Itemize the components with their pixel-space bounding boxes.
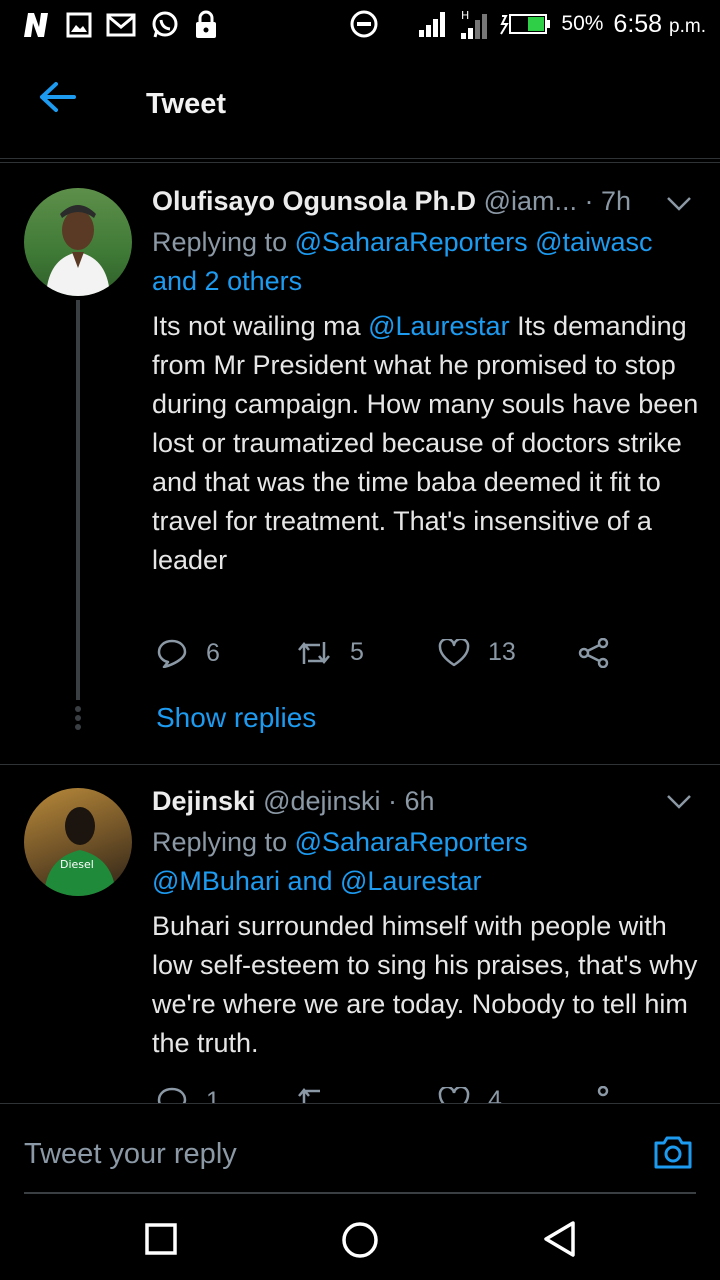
replying-to: Replying to @SaharaReporters @MBuhari an…	[152, 827, 528, 896]
battery-percent: 50%	[561, 12, 604, 35]
chevron-down-icon[interactable]	[666, 196, 692, 212]
reply-button[interactable]: 6	[156, 638, 220, 668]
like-count: 13	[488, 638, 516, 666]
gmail-icon	[106, 13, 136, 37]
tweet-actions: 6 5 13	[152, 638, 632, 678]
retweet-button[interactable]: 5	[296, 638, 364, 667]
reply-icon	[157, 1087, 187, 1103]
app-header: Tweet	[0, 60, 720, 158]
back-nav-icon[interactable]	[542, 1220, 578, 1258]
author-handle[interactable]: @dejinski	[263, 786, 380, 816]
arrow-left-icon[interactable]	[38, 80, 78, 114]
heart-icon	[438, 1086, 470, 1103]
reply-count: 1	[206, 1086, 220, 1104]
avatar-photo	[46, 205, 110, 296]
header-divider	[0, 158, 720, 163]
lock-icon	[196, 10, 216, 38]
like-button[interactable]: 4	[438, 1086, 502, 1103]
reply-underline	[24, 1192, 696, 1194]
tweet-divider	[0, 764, 720, 765]
heart-icon	[438, 638, 470, 666]
chevron-down-icon[interactable]	[666, 794, 692, 810]
dnd-icon	[350, 10, 378, 38]
home-icon[interactable]	[340, 1220, 380, 1260]
reply-input[interactable]	[24, 1138, 584, 1171]
retweet-icon	[298, 1088, 320, 1103]
share-button[interactable]	[578, 638, 610, 668]
tweet-text: Buhari surrounded himself with people wi…	[152, 911, 698, 1058]
reply-mentions[interactable]: @SaharaReporters	[295, 827, 528, 857]
tweet-meta: Olufisayo Ogunsola Ph.D @iam... · 7h	[152, 186, 696, 217]
image-icon	[66, 12, 92, 38]
avatar[interactable]: Diesel	[24, 788, 132, 896]
camera-icon[interactable]	[652, 1134, 694, 1170]
reply-count: 6	[206, 638, 220, 667]
reply-mentions[interactable]: @SaharaReporters @taiwasc	[295, 227, 653, 257]
retweet-count: 5	[350, 638, 364, 666]
page-title: Tweet	[146, 88, 227, 120]
like-count: 4	[488, 1086, 502, 1103]
tweet-meta: Dejinski @dejinski · 6h	[152, 786, 696, 817]
reply-button[interactable]: 1	[156, 1086, 220, 1103]
whatsapp-icon	[152, 11, 178, 38]
battery-icon	[500, 14, 551, 35]
svg-text:Diesel: Diesel	[60, 858, 94, 871]
retweet-icon	[298, 641, 330, 664]
tweet-2[interactable]: Diesel Dejinski @dejinski · 6h Replying …	[0, 768, 720, 1103]
recent-apps-icon[interactable]	[144, 1222, 178, 1256]
like-button[interactable]: 13	[438, 638, 516, 667]
signal-h-icon: H	[461, 9, 488, 39]
system-nav-bar	[0, 1196, 720, 1280]
thread-line	[76, 300, 80, 700]
share-button[interactable]	[578, 1086, 610, 1103]
share-icon	[597, 1086, 609, 1097]
author-handle[interactable]: @iam...	[484, 186, 577, 216]
reply-bar	[0, 1103, 720, 1195]
avatar[interactable]	[24, 188, 132, 296]
avatar-photo: Diesel	[44, 807, 116, 896]
reply-others[interactable]: and 2 others	[152, 266, 302, 296]
replying-to: Replying to @SaharaReporters @taiwasc an…	[152, 227, 653, 296]
reply-others[interactable]: @MBuhari and @Laurestar	[152, 866, 481, 896]
n-icon	[24, 13, 48, 37]
tweet-time: · 7h	[584, 186, 632, 216]
tweet-text: Its not wailing ma @Laurestar Its demand…	[152, 311, 699, 575]
svg-text:H: H	[461, 9, 469, 22]
share-icon	[578, 638, 609, 668]
show-replies-link[interactable]: Show replies	[156, 702, 316, 734]
tweet-1[interactable]: Olufisayo Ogunsola Ph.D @iam... · 7h Rep…	[0, 168, 720, 763]
thread-dots	[74, 706, 82, 733]
author-name[interactable]: Dejinski	[152, 786, 256, 816]
signal-icon	[419, 12, 446, 37]
reply-icon	[157, 639, 187, 668]
retweet-button[interactable]	[296, 1086, 332, 1103]
mention-link[interactable]: @Laurestar	[368, 311, 509, 341]
author-name[interactable]: Olufisayo Ogunsola Ph.D	[152, 186, 476, 216]
clock: 6:58 p.m.	[613, 9, 706, 38]
tweet-actions: 1 4	[152, 1086, 632, 1103]
tweet-time: · 6h	[388, 786, 435, 816]
status-bar: H 50% 6:58 p.m.	[0, 0, 720, 52]
